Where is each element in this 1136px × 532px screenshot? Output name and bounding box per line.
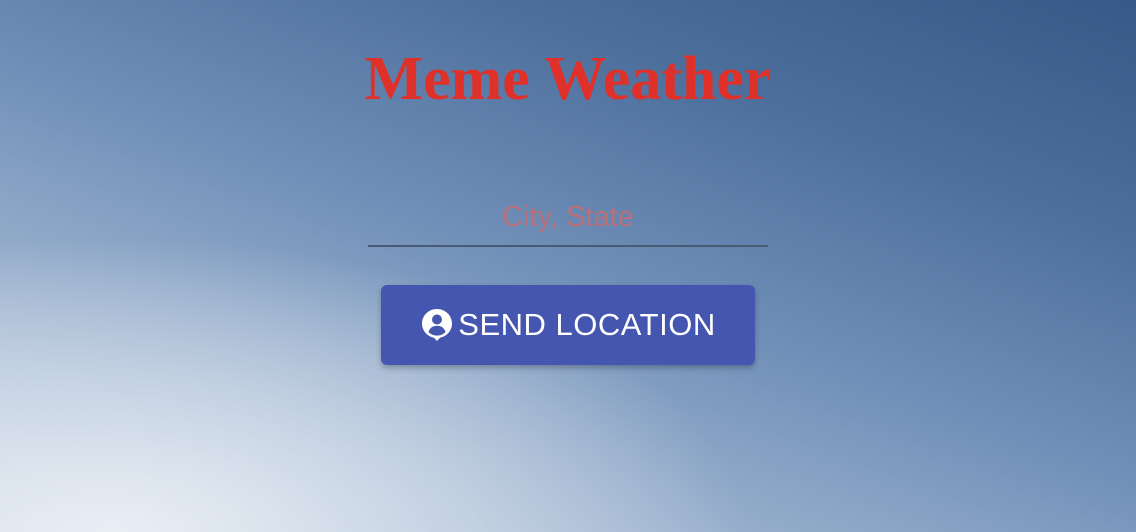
location-field[interactable]: [368, 190, 768, 247]
page-title: Meme Weather: [364, 45, 772, 113]
send-location-label: SEND LOCATION: [458, 307, 716, 342]
person-pin-icon: [420, 307, 454, 343]
send-location-button[interactable]: SEND LOCATION: [381, 285, 755, 365]
location-input[interactable]: [368, 190, 768, 245]
